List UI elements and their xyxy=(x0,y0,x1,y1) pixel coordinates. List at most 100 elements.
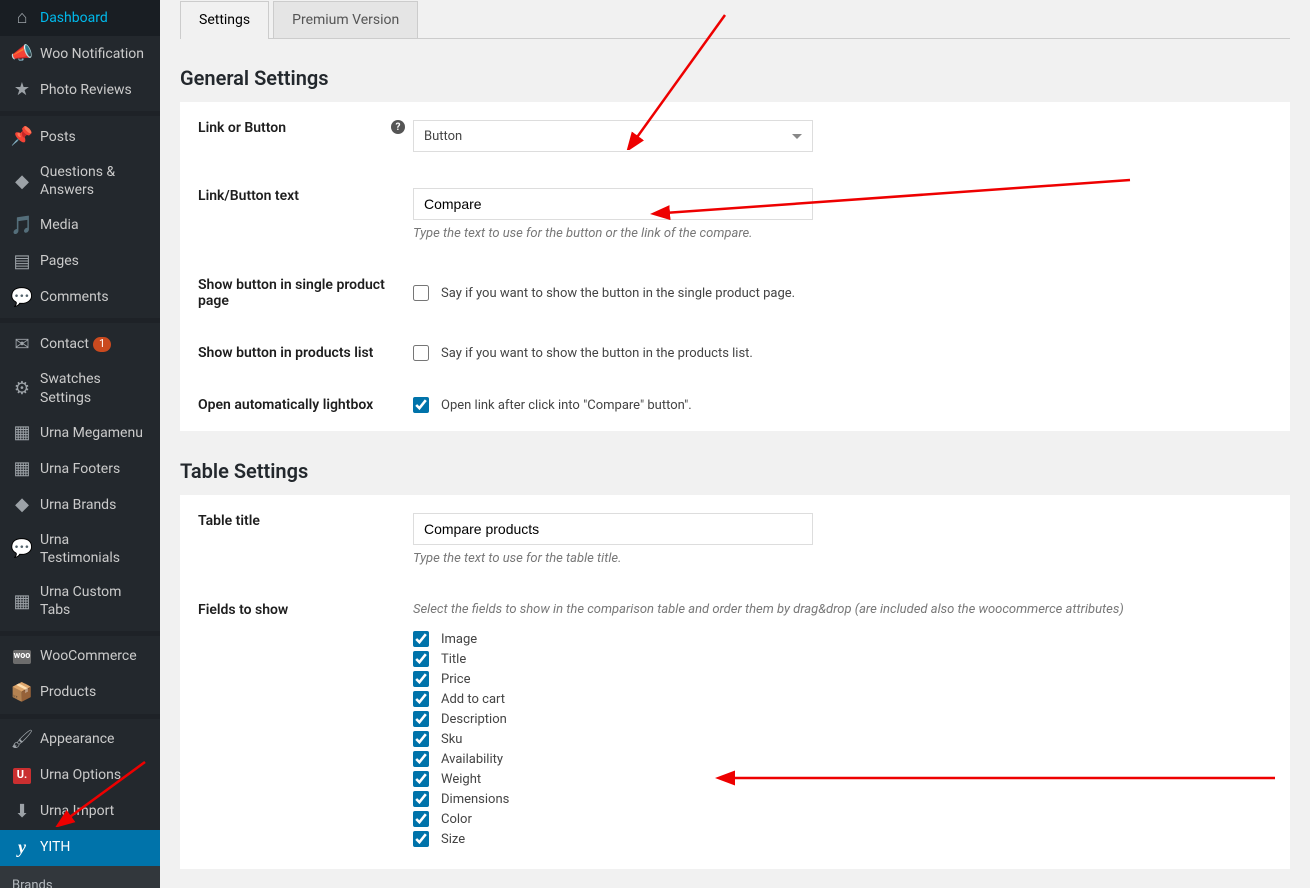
field-item[interactable]: Title xyxy=(413,651,1272,667)
sidebar-item-media[interactable]: 🎵 Media xyxy=(0,207,160,243)
sidebar-item-comments[interactable]: 💬Comments xyxy=(0,279,160,315)
field-item[interactable]: Weight xyxy=(413,771,1272,787)
sidebar-item-questions-&-answers[interactable]: ◆Questions & Answers xyxy=(0,155,160,207)
diamond-icon: ◆ xyxy=(12,171,32,191)
help-icon[interactable]: ? xyxy=(391,120,405,134)
label-open-lightbox: Open automatically lightbox xyxy=(198,397,373,413)
field-item[interactable]: Description xyxy=(413,711,1272,727)
sidebar-item-products[interactable]: 📦Products xyxy=(0,675,160,711)
label-fields-to-show: Fields to show xyxy=(198,602,288,851)
sidebar-item-contact[interactable]: ✉ Contact 1 xyxy=(0,326,160,362)
sidebar-item-label: Contact xyxy=(40,335,89,353)
field-item[interactable]: Size xyxy=(413,831,1272,847)
grid-icon: ▦ xyxy=(12,423,32,443)
diamond-icon: ◆ xyxy=(12,495,32,515)
sidebar-item-urna-megamenu[interactable]: ▦Urna Megamenu xyxy=(0,415,160,451)
sidebar-item-urna-testimonials[interactable]: 💬 Urna Testimonials xyxy=(0,523,160,575)
field-item[interactable]: Color xyxy=(413,811,1272,827)
sidebar-item-urna-brands[interactable]: ◆ Urna Brands xyxy=(0,487,160,523)
section-title-general: General Settings xyxy=(180,66,1290,90)
field-checkbox-description[interactable] xyxy=(413,711,429,727)
field-checkbox-dimensions[interactable] xyxy=(413,791,429,807)
tab-settings[interactable]: Settings xyxy=(180,1,269,38)
yith-icon: y xyxy=(12,838,32,858)
show-list-checkbox[interactable] xyxy=(413,345,429,361)
mail-icon: ✉ xyxy=(12,334,32,354)
field-label: Price xyxy=(441,672,470,687)
field-label: Availability xyxy=(441,752,503,767)
field-item[interactable]: Dimensions xyxy=(413,791,1272,807)
pin-icon: 📌 xyxy=(12,127,32,147)
dash-icon: ⌂ xyxy=(12,8,32,28)
link-button-text-desc: Type the text to use for the button or t… xyxy=(413,226,1272,241)
link-button-text-input[interactable] xyxy=(413,188,813,220)
open-lightbox-checkbox[interactable] xyxy=(413,397,429,413)
field-checkbox-color[interactable] xyxy=(413,811,429,827)
label-show-single: Show button in single product page xyxy=(198,277,403,309)
submenu-item-brands[interactable]: Brands xyxy=(0,872,160,888)
field-checkbox-size[interactable] xyxy=(413,831,429,847)
label-link-or-button: Link or Button xyxy=(198,120,286,152)
field-checkbox-image[interactable] xyxy=(413,631,429,647)
field-label: Sku xyxy=(441,732,462,747)
comment-icon: 💬 xyxy=(12,539,32,559)
badge: 1 xyxy=(93,337,111,351)
label-link-button-text: Link/Button text xyxy=(198,188,299,241)
sidebar-item-posts[interactable]: 📌Posts xyxy=(0,119,160,155)
show-list-desc: Say if you want to show the button in th… xyxy=(441,346,753,361)
sidebar-item-label: Urna Testimonials xyxy=(40,531,148,567)
sidebar-item-photo-reviews[interactable]: ★Photo Reviews xyxy=(0,72,160,108)
sidebar-item-label: Woo Notification xyxy=(40,45,144,63)
sidebar-item-swatches-settings[interactable]: ⚙Swatches Settings xyxy=(0,362,160,414)
sidebar-item-urna-import[interactable]: ⬇ Urna Import xyxy=(0,794,160,830)
sidebar-item-label: Media xyxy=(40,216,79,234)
download-icon: ⬇ xyxy=(12,802,32,822)
field-checkbox-title[interactable] xyxy=(413,651,429,667)
sidebar-item-label: Urna Import xyxy=(40,802,114,820)
field-item[interactable]: Sku xyxy=(413,731,1272,747)
sidebar-item-label: YITH xyxy=(40,838,70,856)
megaphone-icon: 📣 xyxy=(12,44,32,64)
field-item[interactable]: Image xyxy=(413,631,1272,647)
field-item[interactable]: Add to cart xyxy=(413,691,1272,707)
field-checkbox-add-to-cart[interactable] xyxy=(413,691,429,707)
show-single-desc: Say if you want to show the button in th… xyxy=(441,286,795,301)
sidebar-item-pages[interactable]: ▤Pages xyxy=(0,243,160,279)
field-label: Add to cart xyxy=(441,692,505,707)
field-checkbox-weight[interactable] xyxy=(413,771,429,787)
sidebar-item-urna-footers[interactable]: ▦Urna Footers xyxy=(0,451,160,487)
field-label: Image xyxy=(441,632,477,647)
sidebar-item-label: Dashboard xyxy=(40,9,108,27)
field-label: Size xyxy=(441,832,465,847)
media-icon: 🎵 xyxy=(12,215,32,235)
main-content: SettingsPremium Version General Settings… xyxy=(160,0,1310,888)
sidebar-item-urna-options[interactable]: U.Urna Options xyxy=(0,758,160,794)
sidebar-item-label: Pages xyxy=(40,252,79,270)
field-checkbox-sku[interactable] xyxy=(413,731,429,747)
grid-icon: ▦ xyxy=(12,459,32,479)
sidebar-item-label: Comments xyxy=(40,288,109,306)
sidebar-item-woocommerce[interactable]: wooWooCommerce xyxy=(0,639,160,675)
field-item[interactable]: Availability xyxy=(413,751,1272,767)
grid-icon: ▦ xyxy=(12,591,32,611)
field-checkbox-price[interactable] xyxy=(413,671,429,687)
sidebar-item-label: Appearance xyxy=(40,730,114,748)
field-item[interactable]: Price xyxy=(413,671,1272,687)
show-single-checkbox[interactable] xyxy=(413,285,429,301)
table-title-desc: Type the text to use for the table title… xyxy=(413,551,1272,566)
tab-premium-version[interactable]: Premium Version xyxy=(273,1,418,38)
link-or-button-select[interactable]: Button xyxy=(413,120,813,152)
field-label: Weight xyxy=(441,772,481,787)
label-table-title: Table title xyxy=(198,513,260,566)
sidebar-item-yith[interactable]: y YITH xyxy=(0,830,160,866)
sidebar-item-label: Urna Brands xyxy=(40,496,116,514)
sidebar-item-dashboard[interactable]: ⌂ Dashboard xyxy=(0,0,160,36)
sidebar-item-urna-custom-tabs[interactable]: ▦Urna Custom Tabs xyxy=(0,575,160,627)
table-title-input[interactable] xyxy=(413,513,813,545)
sidebar-item-appearance[interactable]: 🖌 Appearance xyxy=(0,722,160,758)
sidebar-item-label: Swatches Settings xyxy=(40,370,148,406)
field-label: Dimensions xyxy=(441,792,509,807)
sidebar-item-woo-notification[interactable]: 📣 Woo Notification xyxy=(0,36,160,72)
field-checkbox-availability[interactable] xyxy=(413,751,429,767)
brush-icon: 🖌 xyxy=(12,730,32,750)
